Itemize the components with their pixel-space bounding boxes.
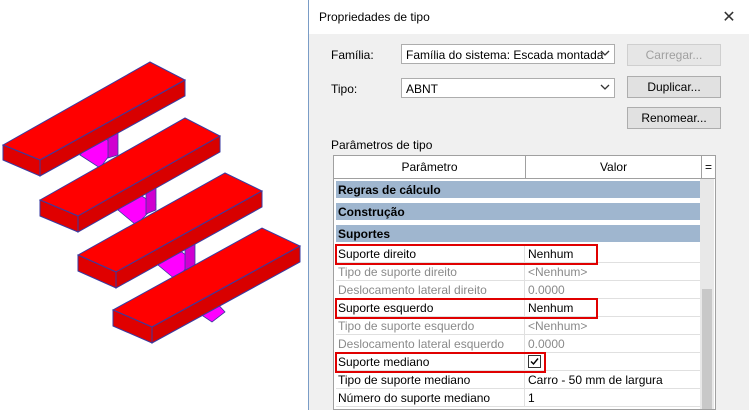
rename-button[interactable]: Renomear... — [627, 107, 721, 129]
param-row-right-support-type[interactable]: Tipo de suporte direito <Nenhum> — [336, 263, 714, 281]
param-value[interactable]: 0.0000 — [528, 337, 565, 351]
param-name: Deslocamento lateral esquerdo — [338, 337, 505, 351]
stair-3d-model — [1, 61, 302, 344]
param-row-mid-support-type[interactable]: Tipo de suporte mediano Carro - 50 mm de… — [336, 371, 714, 389]
grid-header: Parâmetro Valor = — [334, 156, 715, 179]
param-row-right-support[interactable]: Suporte direito Nenhum — [336, 245, 714, 263]
param-value[interactable]: <Nenhum> — [528, 265, 587, 279]
group-label: Suportes — [338, 227, 391, 241]
chevron-down-icon — [600, 84, 610, 90]
group-calculation-rules[interactable]: Regras de cálculo » — [336, 181, 714, 200]
mid-support-checkbox[interactable] — [528, 355, 541, 368]
group-label: Construção — [338, 205, 405, 219]
param-value[interactable]: <Nenhum> — [528, 319, 587, 333]
param-name: Deslocamento lateral direito — [338, 283, 487, 297]
type-parameters-label: Parâmetros de tipo — [331, 138, 433, 152]
param-name: Tipo de suporte mediano — [338, 373, 471, 387]
param-value[interactable]: Nenhum — [528, 301, 573, 315]
param-value[interactable]: Nenhum — [528, 247, 573, 261]
param-value[interactable]: 1 — [528, 391, 535, 405]
param-row-left-support[interactable]: Suporte esquerdo Nenhum — [336, 299, 714, 317]
param-name: Tipo de suporte direito — [338, 265, 457, 279]
type-select[interactable]: ABNT — [401, 78, 615, 98]
param-row-mid-support[interactable]: Suporte mediano — [336, 353, 714, 371]
type-label: Tipo: — [331, 82, 358, 96]
param-row-left-lateral-offset[interactable]: Deslocamento lateral esquerdo 0.0000 — [336, 335, 714, 353]
type-properties-dialog: Propriedades de tipo ✕ Família: Família … — [308, 0, 749, 410]
param-name: Tipo de suporte esquerdo — [338, 319, 475, 333]
column-header-value[interactable]: Valor — [526, 156, 702, 178]
scrollbar-thumb[interactable] — [702, 289, 712, 409]
duplicate-button[interactable]: Duplicar... — [627, 76, 721, 98]
family-select-value: Família do sistema: Escada montada — [406, 48, 604, 62]
stair-3d-viewport[interactable] — [0, 0, 308, 410]
family-select[interactable]: Família do sistema: Escada montada — [401, 44, 615, 64]
param-row-left-support-type[interactable]: Tipo de suporte esquerdo <Nenhum> — [336, 317, 714, 335]
parameters-grid: Parâmetro Valor = Regras de cálculo » Co… — [333, 155, 716, 410]
group-construction[interactable]: Construção » — [336, 203, 714, 222]
param-name: Suporte direito — [338, 247, 417, 261]
dialog-title: Propriedades de tipo — [319, 10, 430, 24]
close-icon[interactable]: ✕ — [717, 5, 741, 29]
param-name: Suporte mediano — [338, 355, 430, 369]
param-name: Número do suporte mediano — [338, 391, 491, 405]
column-header-formula[interactable]: = — [702, 156, 715, 178]
param-row-right-lateral-offset[interactable]: Deslocamento lateral direito 0.0000 — [336, 281, 714, 299]
type-select-value: ABNT — [406, 82, 439, 96]
chevron-down-icon — [600, 50, 610, 56]
param-name: Suporte esquerdo — [338, 301, 434, 315]
family-label: Família: — [331, 48, 374, 62]
dialog-titlebar: Propriedades de tipo ✕ — [309, 0, 749, 34]
group-label: Regras de cálculo — [338, 183, 441, 197]
group-supports[interactable]: Suportes « — [336, 225, 714, 244]
param-row-mid-support-count[interactable]: Número do suporte mediano 1 — [336, 389, 714, 407]
load-button[interactable]: Carregar... — [627, 44, 721, 66]
grid-scrollbar[interactable] — [700, 179, 714, 409]
param-value[interactable]: Carro - 50 mm de largura — [528, 373, 663, 387]
column-header-parameter[interactable]: Parâmetro — [334, 156, 526, 178]
checkmark-icon — [530, 358, 539, 366]
param-value[interactable]: 0.0000 — [528, 283, 565, 297]
